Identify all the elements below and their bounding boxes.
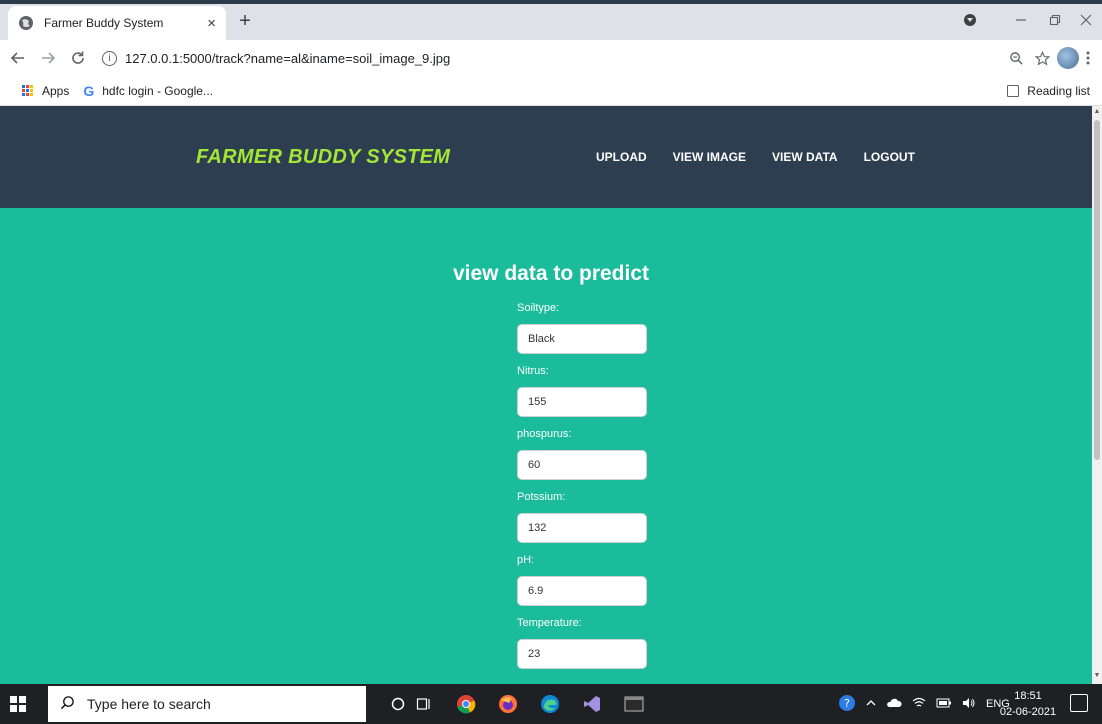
bookmark-apps[interactable]: Apps bbox=[22, 84, 69, 98]
potssium-label: Potssium: bbox=[517, 491, 566, 503]
windows-taskbar: Type here to search ? ENG 18:51 02-06-20… bbox=[0, 684, 1102, 724]
tab-title: Farmer Buddy System bbox=[44, 16, 164, 30]
visual-studio-icon[interactable] bbox=[582, 694, 602, 714]
site-info-icon[interactable]: i bbox=[102, 50, 117, 66]
zoom-icon[interactable] bbox=[1004, 46, 1028, 70]
profile-menu-icon[interactable] bbox=[956, 6, 984, 34]
site-header: FARMER BUDDY SYSTEM UPLOAD VIEW IMAGE VI… bbox=[0, 106, 1092, 208]
main-content: view data to predict Soiltype: Nitrus: p… bbox=[0, 208, 1092, 684]
taskbar-search[interactable]: Type here to search bbox=[48, 686, 366, 722]
ph-field[interactable] bbox=[517, 576, 647, 606]
terminal-icon[interactable] bbox=[624, 694, 644, 714]
google-icon: G bbox=[83, 82, 95, 99]
nav-logout[interactable]: LOGOUT bbox=[864, 150, 915, 164]
windows-start-icon[interactable] bbox=[10, 696, 26, 712]
window-top-edge bbox=[0, 0, 1102, 4]
bookmark-star-icon[interactable] bbox=[1030, 46, 1054, 70]
profile-avatar[interactable] bbox=[1056, 46, 1080, 70]
soiltype-label: Soiltype: bbox=[517, 302, 560, 314]
scrollbar-thumb[interactable] bbox=[1094, 120, 1100, 460]
speaker-icon[interactable] bbox=[962, 697, 976, 712]
temperature-label: Temperature: bbox=[517, 617, 582, 629]
reload-icon[interactable] bbox=[66, 46, 90, 70]
reading-list-button[interactable]: Reading list bbox=[1007, 76, 1090, 106]
forward-arrow-icon[interactable] bbox=[36, 46, 60, 70]
search-icon bbox=[60, 695, 75, 714]
bookmark-hdfc-login[interactable]: G hdfc login - Google... bbox=[83, 83, 213, 99]
battery-icon[interactable] bbox=[936, 698, 952, 711]
notification-icon[interactable] bbox=[1070, 694, 1088, 712]
scroll-up-icon[interactable]: ▲ bbox=[1093, 108, 1101, 118]
scroll-down-icon[interactable]: ▼ bbox=[1093, 672, 1101, 682]
chrome-icon[interactable] bbox=[456, 694, 476, 714]
taskbar-clock[interactable]: 18:51 02-06-2021 bbox=[996, 688, 1060, 720]
system-tray: ? ENG bbox=[838, 684, 1010, 724]
new-tab-button[interactable]: + bbox=[232, 8, 258, 34]
tab-close-icon[interactable]: × bbox=[207, 15, 216, 32]
bookmarks-bar: Apps G hdfc login - Google... Reading li… bbox=[0, 76, 1102, 106]
svg-text:?: ? bbox=[844, 697, 850, 710]
edge-icon[interactable] bbox=[540, 694, 560, 714]
chevron-up-icon[interactable] bbox=[866, 698, 876, 711]
task-view-icon[interactable] bbox=[414, 694, 434, 714]
potssium-field[interactable] bbox=[517, 513, 647, 543]
nav-view-image[interactable]: VIEW IMAGE bbox=[673, 150, 746, 164]
apps-grid-icon bbox=[22, 84, 34, 97]
close-window-icon[interactable] bbox=[1070, 6, 1102, 34]
phospurus-label: phospurus: bbox=[517, 428, 572, 440]
page-viewport: FARMER BUDDY SYSTEM UPLOAD VIEW IMAGE VI… bbox=[0, 106, 1102, 684]
nitrus-field[interactable] bbox=[517, 387, 647, 417]
browser-tab[interactable]: Farmer Buddy System × bbox=[8, 6, 226, 40]
site-brand[interactable]: FARMER BUDDY SYSTEM bbox=[196, 146, 450, 169]
search-placeholder: Type here to search bbox=[87, 696, 211, 712]
firefox-icon[interactable] bbox=[498, 694, 518, 714]
ph-label: pH: bbox=[517, 554, 535, 566]
clock-date: 02-06-2021 bbox=[999, 706, 1057, 718]
minimize-icon[interactable] bbox=[1004, 6, 1038, 34]
address-bar[interactable]: i 127.0.0.1:5000/track?name=al&iname=soi… bbox=[102, 44, 1002, 72]
page-title: view data to predict bbox=[452, 262, 650, 285]
site-nav: UPLOAD VIEW IMAGE VIEW DATA LOGOUT bbox=[596, 150, 941, 164]
browser-tab-strip: Farmer Buddy System × + bbox=[0, 0, 1102, 40]
nitrus-label: Nitrus: bbox=[517, 365, 549, 377]
url-text: 127.0.0.1:5000/track?name=al&iname=soil_… bbox=[125, 50, 451, 66]
clock-time: 18:51 bbox=[1014, 690, 1042, 702]
soiltype-field[interactable] bbox=[517, 324, 647, 354]
bookmark-label: Apps bbox=[42, 83, 70, 98]
browser-menu-icon[interactable] bbox=[1080, 46, 1096, 70]
nav-upload[interactable]: UPLOAD bbox=[596, 150, 647, 164]
help-icon[interactable]: ? bbox=[838, 694, 856, 715]
browser-toolbar: i 127.0.0.1:5000/track?name=al&iname=soi… bbox=[0, 40, 1102, 76]
wifi-icon[interactable] bbox=[912, 697, 926, 712]
restore-icon[interactable] bbox=[1038, 6, 1072, 34]
reading-list-icon bbox=[1007, 85, 1020, 97]
bookmark-label: hdfc login - Google... bbox=[102, 83, 213, 98]
globe-icon bbox=[19, 16, 33, 30]
temperature-field[interactable] bbox=[517, 639, 647, 669]
cloud-icon[interactable] bbox=[886, 698, 902, 711]
phospurus-field[interactable] bbox=[517, 450, 647, 480]
nav-view-data[interactable]: VIEW DATA bbox=[772, 150, 838, 164]
page-scrollbar[interactable]: ▲ ▼ bbox=[1092, 106, 1102, 684]
reading-list-label: Reading list bbox=[1027, 84, 1090, 98]
back-arrow-icon[interactable] bbox=[6, 46, 30, 70]
cortana-icon[interactable] bbox=[388, 694, 408, 714]
